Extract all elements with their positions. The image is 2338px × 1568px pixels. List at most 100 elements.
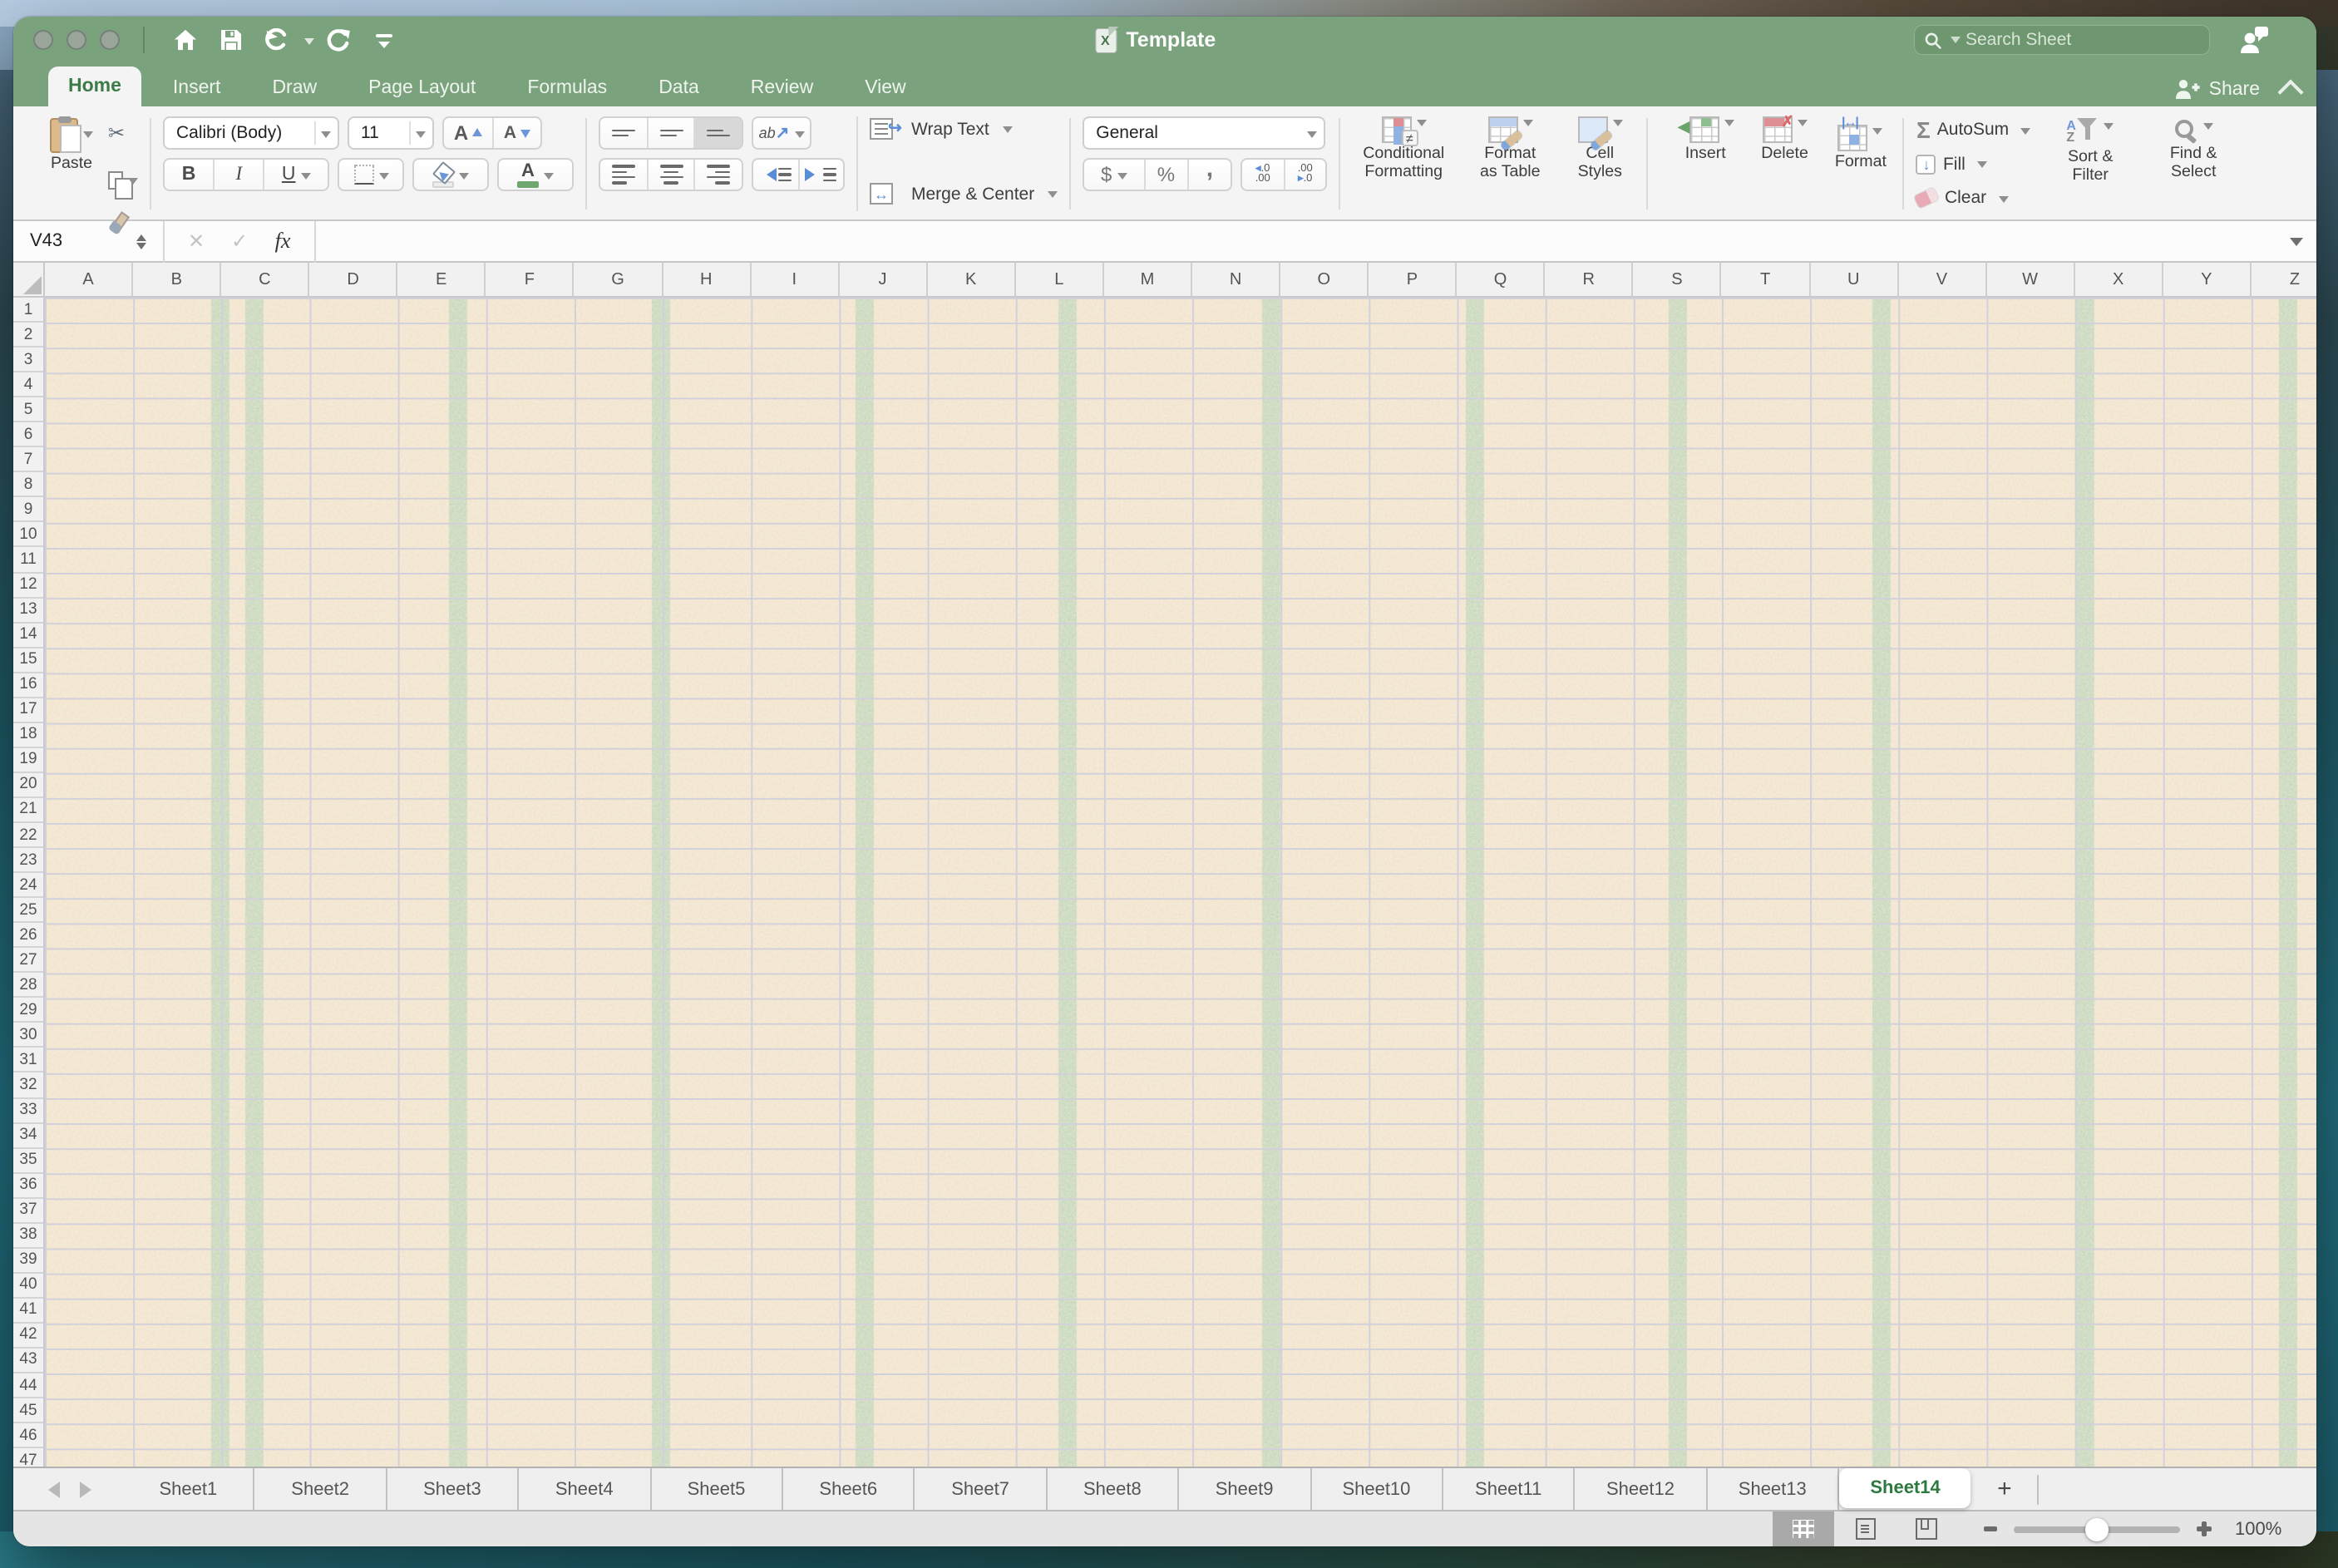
insert-cells-caret[interactable] — [1724, 120, 1734, 131]
delete-cells-caret[interactable] — [1798, 120, 1808, 131]
font-color-caret[interactable] — [544, 172, 554, 184]
autosum-caret[interactable] — [2020, 127, 2030, 139]
row-header-9[interactable]: 9 — [13, 498, 43, 523]
select-all-corner[interactable] — [13, 263, 45, 296]
sheet-tab-sheet14[interactable]: Sheet14 — [1839, 1467, 1971, 1507]
search-scope-caret[interactable] — [1951, 36, 1961, 47]
currency-format-button[interactable]: $ — [1084, 160, 1143, 190]
sheet-tab-sheet1[interactable]: Sheet1 — [123, 1468, 255, 1510]
copy-button[interactable] — [108, 171, 138, 190]
row-header-20[interactable]: 20 — [13, 773, 43, 798]
row-header-5[interactable]: 5 — [13, 397, 43, 422]
wrap-text-caret[interactable] — [1003, 126, 1013, 138]
borders-dropdown-caret[interactable] — [378, 172, 388, 184]
close-window-button[interactable] — [33, 30, 53, 50]
row-header-35[interactable]: 35 — [13, 1148, 43, 1173]
sheet-tab-sheet8[interactable]: Sheet8 — [1047, 1468, 1179, 1510]
row-header-14[interactable]: 14 — [13, 623, 43, 648]
row-header-33[interactable]: 33 — [13, 1098, 43, 1123]
row-header-1[interactable]: 1 — [13, 298, 43, 323]
ribbon-tab-data[interactable]: Data — [639, 70, 719, 106]
column-header-K[interactable]: K — [928, 263, 1016, 296]
column-header-Z[interactable]: Z — [2252, 263, 2316, 296]
row-header-24[interactable]: 24 — [13, 873, 43, 898]
cell-styles-caret[interactable] — [1612, 120, 1622, 131]
fill-color-caret[interactable] — [459, 172, 469, 184]
sort-filter-caret[interactable] — [2104, 123, 2114, 135]
row-header-26[interactable]: 26 — [13, 923, 43, 948]
align-left-button[interactable] — [600, 160, 646, 190]
undo-button[interactable] — [258, 22, 298, 58]
ribbon-tab-review[interactable]: Review — [731, 70, 833, 106]
ribbon-tab-formulas[interactable]: Formulas — [507, 70, 627, 106]
fill-color-button[interactable] — [412, 158, 489, 191]
column-header-X[interactable]: X — [2075, 263, 2163, 296]
column-header-W[interactable]: W — [1986, 263, 2074, 296]
column-header-F[interactable]: F — [486, 263, 575, 296]
zoom-slider-track[interactable] — [2014, 1526, 2180, 1532]
row-header-30[interactable]: 30 — [13, 1023, 43, 1048]
row-header-41[interactable]: 41 — [13, 1299, 43, 1324]
undo-dropdown-caret[interactable] — [304, 37, 314, 49]
row-header-4[interactable]: 4 — [13, 372, 43, 397]
row-header-15[interactable]: 15 — [13, 648, 43, 673]
borders-button[interactable] — [338, 158, 404, 191]
copy-dropdown-caret[interactable] — [128, 178, 138, 190]
column-header-C[interactable]: C — [221, 263, 309, 296]
decrease-font-size-button[interactable]: A — [491, 118, 540, 148]
sheet-tab-sheet12[interactable]: Sheet12 — [1576, 1468, 1708, 1510]
row-header-34[interactable]: 34 — [13, 1123, 43, 1148]
row-header-6[interactable]: 6 — [13, 422, 43, 447]
row-header-8[interactable]: 8 — [13, 473, 43, 498]
collapse-ribbon-button[interactable] — [2281, 78, 2296, 93]
sort-filter-button[interactable]: AZ Sort & Filter — [2047, 113, 2133, 214]
minimize-window-button[interactable] — [67, 30, 86, 50]
find-select-button[interactable]: Find & Select — [2150, 113, 2237, 214]
cell-styles-button[interactable]: Cell Styles — [1565, 113, 1635, 214]
sheet-tab-sheet5[interactable]: Sheet5 — [651, 1468, 783, 1510]
row-header-18[interactable]: 18 — [13, 723, 43, 748]
merge-center-caret[interactable] — [1048, 191, 1058, 203]
zoom-in-button[interactable] — [2197, 1521, 2212, 1536]
row-header-40[interactable]: 40 — [13, 1274, 43, 1299]
column-header-O[interactable]: O — [1280, 263, 1369, 296]
ribbon-tab-view[interactable]: View — [845, 70, 925, 106]
column-header-E[interactable]: E — [398, 263, 486, 296]
row-header-10[interactable]: 10 — [13, 523, 43, 548]
clear-button[interactable]: Clear — [1916, 185, 2030, 211]
row-header-37[interactable]: 37 — [13, 1198, 43, 1223]
row-header-29[interactable]: 29 — [13, 998, 43, 1023]
orientation-caret[interactable] — [794, 131, 804, 142]
font-color-button[interactable]: A — [497, 158, 574, 191]
column-header-T[interactable]: T — [1722, 263, 1810, 296]
normal-view-button[interactable] — [1773, 1511, 1834, 1546]
column-header-J[interactable]: J — [839, 263, 927, 296]
row-header-44[interactable]: 44 — [13, 1373, 43, 1398]
row-header-23[interactable]: 23 — [13, 848, 43, 873]
row-header-11[interactable]: 11 — [13, 548, 43, 573]
increase-font-size-button[interactable]: A — [444, 118, 491, 148]
align-middle-button[interactable] — [646, 118, 693, 148]
insert-function-button[interactable]: fx — [261, 228, 304, 254]
redo-button[interactable] — [318, 22, 358, 58]
name-box-stepper[interactable] — [130, 229, 153, 254]
row-header-36[interactable]: 36 — [13, 1173, 43, 1198]
column-header-V[interactable]: V — [1898, 263, 1986, 296]
confirm-entry-button[interactable]: ✓ — [218, 229, 261, 253]
paste-dropdown-caret[interactable] — [83, 131, 93, 142]
worksheet-cells[interactable] — [45, 298, 2316, 1467]
orientation-button[interactable]: ab↗ — [752, 116, 811, 150]
conditional-formatting-button[interactable]: ≠ Conditional Formatting — [1352, 113, 1455, 214]
customize-toolbar-button[interactable] — [364, 22, 404, 58]
zoom-slider-thumb[interactable] — [2085, 1517, 2109, 1541]
row-header-21[interactable]: 21 — [13, 798, 43, 823]
ribbon-tab-draw[interactable]: Draw — [252, 70, 337, 106]
add-sheet-button[interactable]: + — [1971, 1475, 2038, 1503]
increase-decimal-button[interactable]: .00▸.0 — [1283, 160, 1325, 190]
currency-caret[interactable] — [1117, 172, 1127, 184]
column-header-B[interactable]: B — [133, 263, 221, 296]
row-header-32[interactable]: 32 — [13, 1073, 43, 1098]
save-button[interactable] — [211, 22, 251, 58]
row-header-17[interactable]: 17 — [13, 698, 43, 723]
next-sheet-button[interactable] — [80, 1481, 100, 1497]
